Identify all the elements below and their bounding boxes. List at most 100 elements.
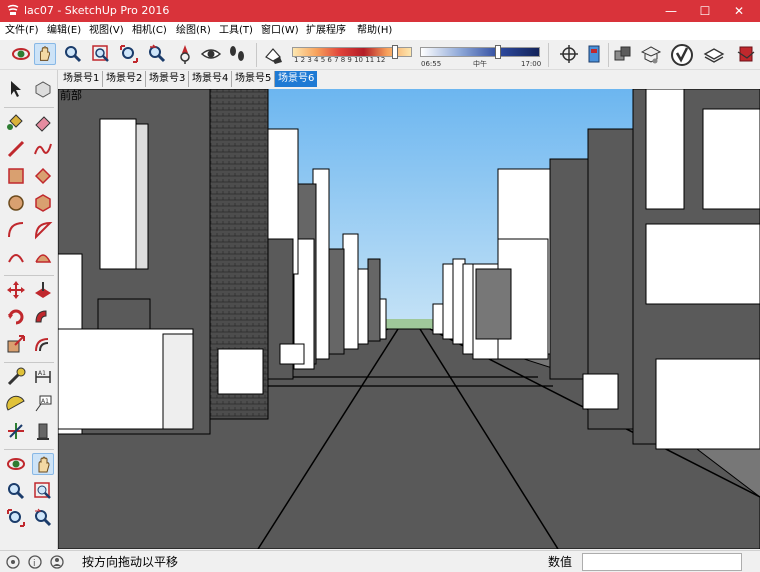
components-icon[interactable]: [612, 43, 634, 65]
status-bar: i 按方向拖动以平移 数值: [0, 550, 760, 572]
push-pull-icon[interactable]: [32, 279, 54, 301]
offset-icon[interactable]: [32, 333, 54, 355]
three-point-arc-icon[interactable]: [32, 246, 54, 268]
3d-warehouse-icon[interactable]: [640, 43, 662, 65]
orbit-icon[interactable]: [5, 453, 27, 475]
minimize-button[interactable]: —: [654, 0, 688, 22]
menu-edit[interactable]: 编辑(E): [47, 24, 81, 38]
large-tool-set: A1 A1: [0, 70, 58, 550]
component-icon[interactable]: [32, 78, 54, 100]
user-account-icon[interactable]: [50, 555, 64, 569]
toolbar-separator: [548, 43, 549, 67]
window-title: lac07 - SketchUp Pro 2016: [24, 4, 170, 17]
layout-send-icon[interactable]: [703, 43, 725, 65]
zoom-icon[interactable]: [5, 480, 27, 502]
rotated-rectangle-icon[interactable]: [32, 165, 54, 187]
text-icon[interactable]: A1: [32, 393, 54, 415]
model-viewport[interactable]: 前部: [58, 89, 760, 549]
toolbar-separator: [608, 43, 609, 67]
axes-icon[interactable]: [5, 420, 27, 442]
time-end-label: 17:00: [521, 60, 542, 68]
walk-icon[interactable]: [226, 43, 248, 65]
menu-bar: 文件(F) 编辑(E) 视图(V) 相机(C) 绘图(R) 工具(T) 窗口(W…: [0, 22, 760, 40]
zoom-icon[interactable]: [62, 43, 84, 65]
paint-bucket-icon[interactable]: [5, 111, 27, 133]
pie-icon[interactable]: [32, 219, 54, 241]
scale-icon[interactable]: [5, 333, 27, 355]
measurements-label: 数值: [548, 555, 573, 569]
look-around-icon[interactable]: [200, 43, 222, 65]
street-scene: [58, 89, 760, 549]
svg-text:i: i: [33, 559, 36, 569]
palette-separator: [4, 362, 54, 363]
zoom-window-icon[interactable]: [32, 480, 54, 502]
palette-separator: [4, 275, 54, 276]
3d-text-icon[interactable]: [32, 420, 54, 442]
menu-view[interactable]: 视图(V): [89, 24, 124, 38]
time-start-label: 06:55: [421, 60, 442, 68]
zoom-window-icon[interactable]: [90, 43, 112, 65]
close-button[interactable]: ✕: [722, 0, 756, 22]
maximize-button[interactable]: ☐: [688, 0, 722, 22]
display-section-icon[interactable]: [583, 43, 605, 65]
pan-icon[interactable]: [32, 453, 54, 475]
scene-tab-4[interactable]: 场景号4: [189, 71, 233, 87]
extension-warehouse-icon[interactable]: [670, 43, 693, 66]
scene-tab-3[interactable]: 场景号3: [146, 71, 190, 87]
status-hint: 按方向拖动以平移: [82, 555, 179, 569]
orbit-icon[interactable]: [10, 43, 32, 65]
arc-icon[interactable]: [5, 219, 27, 241]
eraser-icon[interactable]: [32, 111, 54, 133]
zoom-extents-icon[interactable]: [118, 43, 140, 65]
credits-icon[interactable]: i: [28, 555, 42, 569]
scene-tab-5[interactable]: 场景号5: [232, 71, 276, 87]
position-camera-icon[interactable]: [174, 43, 196, 65]
palette-separator: [4, 449, 54, 450]
menu-help[interactable]: 帮助(H): [357, 24, 392, 38]
scene-tab-1[interactable]: 场景号1: [60, 71, 104, 87]
tape-measure-icon[interactable]: [5, 366, 27, 388]
rectangle-icon[interactable]: [5, 165, 27, 187]
move-icon[interactable]: [5, 279, 27, 301]
zoom-extents-icon[interactable]: [5, 507, 27, 529]
sketchup-logo-icon: [7, 4, 19, 15]
menu-draw[interactable]: 绘图(R): [176, 24, 211, 38]
svg-text:A1: A1: [41, 398, 49, 405]
shadow-month-thumb[interactable]: [392, 45, 398, 59]
menu-camera[interactable]: 相机(C): [132, 24, 167, 38]
select-icon[interactable]: [5, 78, 27, 100]
shadow-time-slider[interactable]: [420, 47, 540, 57]
previous-view-icon[interactable]: [32, 507, 54, 529]
menu-window[interactable]: 窗口(W): [261, 24, 299, 38]
main-toolbar: 1 2 3 4 5 6 7 8 9 10 11 12 06:55 中午 17:0…: [0, 40, 760, 70]
follow-me-icon[interactable]: [32, 306, 54, 328]
section-plane-icon[interactable]: [558, 43, 580, 65]
protractor-icon[interactable]: [5, 393, 27, 415]
menu-file[interactable]: 文件(F): [5, 24, 39, 38]
pan-icon[interactable]: [34, 43, 56, 65]
scene-tabs: 场景号1 场景号2 场景号3 场景号4 场景号5 场景号6: [58, 70, 760, 89]
palette-separator: [4, 107, 54, 108]
circle-icon[interactable]: [5, 192, 27, 214]
geo-location-icon[interactable]: [6, 555, 20, 569]
scene-tab-2[interactable]: 场景号2: [103, 71, 147, 87]
two-point-arc-icon[interactable]: [5, 246, 27, 268]
title-bar: lac07 - SketchUp Pro 2016 — ☐ ✕: [0, 0, 760, 22]
freehand-icon[interactable]: [32, 138, 54, 160]
dimension-icon[interactable]: A1: [32, 366, 54, 388]
time-mid-label: 中午: [473, 60, 487, 68]
toolbar-separator: [256, 43, 257, 67]
extension-ruby-icon[interactable]: [735, 43, 757, 65]
distant-hills: [378, 319, 438, 329]
shadows-toggle-icon[interactable]: [262, 43, 284, 65]
line-icon[interactable]: [5, 138, 27, 160]
menu-tools[interactable]: 工具(T): [219, 24, 253, 38]
scene-tab-6[interactable]: 场景号6: [275, 71, 318, 87]
svg-text:A1: A1: [38, 370, 46, 377]
shadow-time-thumb[interactable]: [495, 45, 501, 59]
measurements-input[interactable]: [582, 553, 742, 571]
menu-extensions[interactable]: 扩展程序: [306, 24, 346, 38]
previous-view-icon[interactable]: [146, 43, 168, 65]
polygon-icon[interactable]: [32, 192, 54, 214]
rotate-icon[interactable]: [5, 306, 27, 328]
